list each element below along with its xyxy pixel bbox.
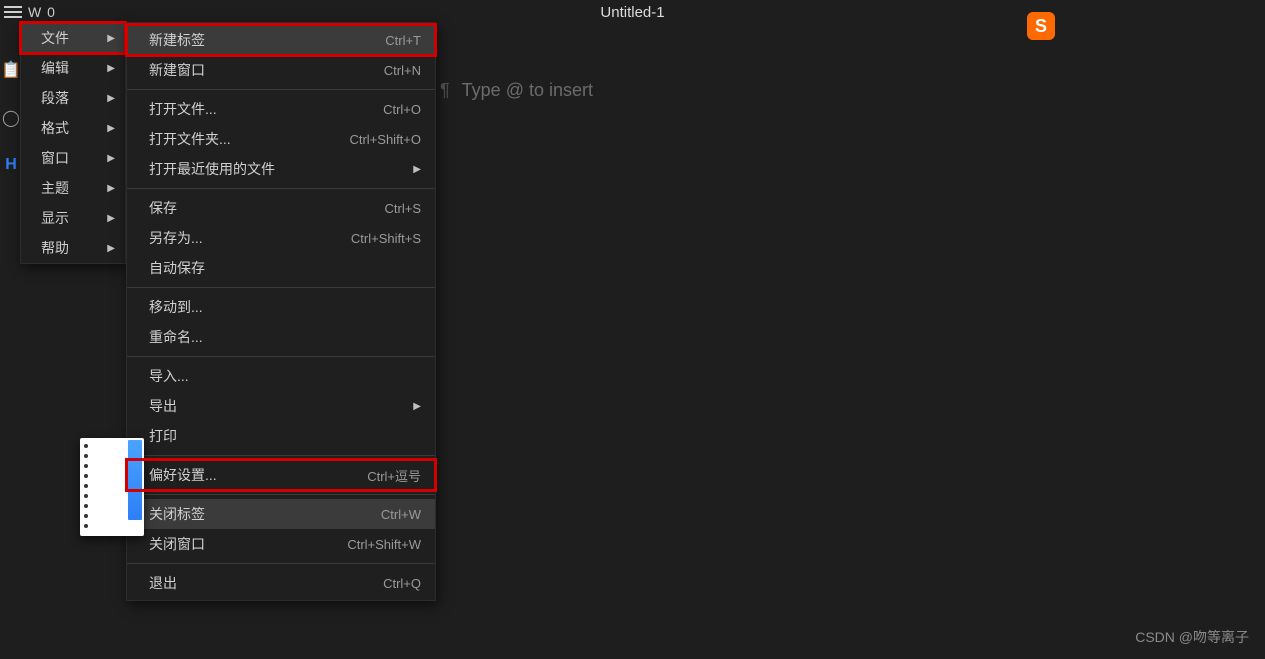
- submenu-item-shortcut: Ctrl+Shift+S: [351, 231, 421, 246]
- menu-separator: [127, 356, 435, 357]
- submenu-item-label: 打开文件夹...: [149, 129, 231, 149]
- submenu-item[interactable]: 保存 Ctrl+S: [127, 193, 435, 223]
- menu-item-label: 窗口: [41, 148, 69, 168]
- left-sidebar-icons: 📋 ◯ H: [2, 60, 20, 174]
- submenu-item[interactable]: 偏好设置... Ctrl+逗号: [127, 460, 435, 490]
- chevron-right-icon: ▶: [107, 243, 115, 254]
- submenu-item[interactable]: 自动保存: [127, 253, 435, 283]
- submenu-item-label: 新建标签: [149, 30, 205, 50]
- chevron-right-icon: ▶: [413, 164, 421, 175]
- chevron-right-icon: ▶: [107, 213, 115, 224]
- submenu-item-label: 导入...: [149, 366, 189, 386]
- submenu-item-shortcut: Ctrl+Shift+O: [349, 132, 421, 147]
- menu-item-label: 帮助: [41, 238, 69, 258]
- editor-placeholder: Type @ to insert: [462, 80, 593, 101]
- editor-placeholder-area[interactable]: ¶ Type @ to insert: [440, 80, 593, 101]
- pilcrow-icon: ¶: [440, 80, 450, 101]
- menu-item-label: 文件: [41, 28, 69, 48]
- document-title: Untitled-1: [600, 4, 664, 21]
- submenu-item-label: 移动到...: [149, 297, 203, 317]
- app-window: W 0 Untitled-1 S 📋 ◯ H ¶ Type @ to inser…: [0, 0, 1265, 659]
- menu-item-label: 主题: [41, 178, 69, 198]
- submenu-item-label: 保存: [149, 198, 177, 218]
- main-menu-item[interactable]: 编辑 ▶: [21, 53, 125, 83]
- submenu-item[interactable]: 关闭窗口 Ctrl+Shift+W: [127, 529, 435, 559]
- menu-item-label: 显示: [41, 208, 69, 228]
- submenu-item-shortcut: Ctrl+Shift+W: [347, 537, 421, 552]
- submenu-item[interactable]: 导入...: [127, 361, 435, 391]
- submenu-item[interactable]: 打开文件夹... Ctrl+Shift+O: [127, 124, 435, 154]
- submenu-item-label: 退出: [149, 573, 177, 593]
- clipboard-icon[interactable]: 📋: [1, 60, 21, 80]
- main-menu-item[interactable]: 文件 ▶: [21, 23, 125, 53]
- submenu-item-label: 自动保存: [149, 258, 205, 278]
- submenu-item-label: 打开最近使用的文件: [149, 159, 275, 179]
- submenu-item[interactable]: 重命名...: [127, 322, 435, 352]
- main-menu-item[interactable]: 窗口 ▶: [21, 143, 125, 173]
- menu-separator: [127, 494, 435, 495]
- submenu-item-shortcut: Ctrl+S: [385, 201, 421, 216]
- chevron-right-icon: ▶: [107, 63, 115, 74]
- submenu-item[interactable]: 另存为... Ctrl+Shift+S: [127, 223, 435, 253]
- submenu-item[interactable]: 导出 ▶: [127, 391, 435, 421]
- chevron-right-icon: ▶: [107, 153, 115, 164]
- submenu-item-label: 打开文件...: [149, 99, 217, 119]
- submenu-item[interactable]: 关闭标签 Ctrl+W: [127, 499, 435, 529]
- chevron-right-icon: ▶: [413, 401, 421, 412]
- submenu-item-shortcut: Ctrl+O: [383, 102, 421, 117]
- submenu-item-label: 新建窗口: [149, 60, 205, 80]
- main-menu-item[interactable]: 帮助 ▶: [21, 233, 125, 263]
- main-menu-item[interactable]: 格式 ▶: [21, 113, 125, 143]
- submenu-item-label: 关闭窗口: [149, 534, 205, 554]
- menu-separator: [127, 89, 435, 90]
- hamburger-icon[interactable]: [4, 6, 22, 18]
- menu-separator: [127, 188, 435, 189]
- submenu-item-label: 导出: [149, 396, 177, 416]
- chevron-right-icon: ▶: [107, 183, 115, 194]
- chevron-right-icon: ▶: [107, 33, 115, 44]
- submenu-item[interactable]: 新建窗口 Ctrl+N: [127, 55, 435, 85]
- file-submenu[interactable]: 新建标签 Ctrl+T 新建窗口 Ctrl+N 打开文件... Ctrl+O 打开文件夹..…: [126, 22, 436, 601]
- main-menu-item[interactable]: 主题 ▶: [21, 173, 125, 203]
- submenu-item[interactable]: 移动到...: [127, 292, 435, 322]
- watermark-text: CSDN @吻等离子: [1135, 627, 1249, 647]
- submenu-item-shortcut: Ctrl+N: [384, 63, 421, 78]
- menu-separator: [127, 455, 435, 456]
- chevron-right-icon: ▶: [107, 93, 115, 104]
- main-menu[interactable]: 文件 ▶ 编辑 ▶ 段落 ▶ 格式 ▶ 窗口 ▶ 主题 ▶ 显示 ▶ 帮助 ▶: [20, 22, 126, 264]
- submenu-item-label: 重命名...: [149, 327, 203, 347]
- title-bar: W 0 Untitled-1: [0, 0, 1265, 24]
- main-menu-item[interactable]: 显示 ▶: [21, 203, 125, 233]
- submenu-item[interactable]: 新建标签 Ctrl+T: [127, 25, 435, 55]
- submenu-item-label: 关闭标签: [149, 504, 205, 524]
- submenu-item-label: 另存为...: [149, 228, 203, 248]
- main-menu-item[interactable]: 段落 ▶: [21, 83, 125, 113]
- menu-item-label: 段落: [41, 88, 69, 108]
- submenu-item-shortcut: Ctrl+逗号: [367, 466, 421, 485]
- submenu-item[interactable]: 打开文件... Ctrl+O: [127, 94, 435, 124]
- menu-item-label: 格式: [41, 118, 69, 138]
- submenu-item-label: 偏好设置...: [149, 465, 217, 485]
- sogou-ime-badge[interactable]: S: [1027, 12, 1055, 40]
- submenu-item-shortcut: Ctrl+T: [385, 33, 421, 48]
- submenu-item-shortcut: Ctrl+Q: [383, 576, 421, 591]
- title-left-text: W 0: [28, 4, 56, 20]
- menu-separator: [127, 287, 435, 288]
- submenu-item[interactable]: 退出 Ctrl+Q: [127, 568, 435, 598]
- circle-icon[interactable]: ◯: [2, 108, 20, 128]
- heading-icon[interactable]: H: [5, 156, 17, 174]
- submenu-item-shortcut: Ctrl+W: [381, 507, 421, 522]
- menu-item-label: 编辑: [41, 58, 69, 78]
- submenu-item-label: 打印: [149, 426, 177, 446]
- chevron-right-icon: ▶: [107, 123, 115, 134]
- menu-separator: [127, 563, 435, 564]
- submenu-item[interactable]: 打开最近使用的文件 ▶: [127, 154, 435, 184]
- submenu-item[interactable]: 打印: [127, 421, 435, 451]
